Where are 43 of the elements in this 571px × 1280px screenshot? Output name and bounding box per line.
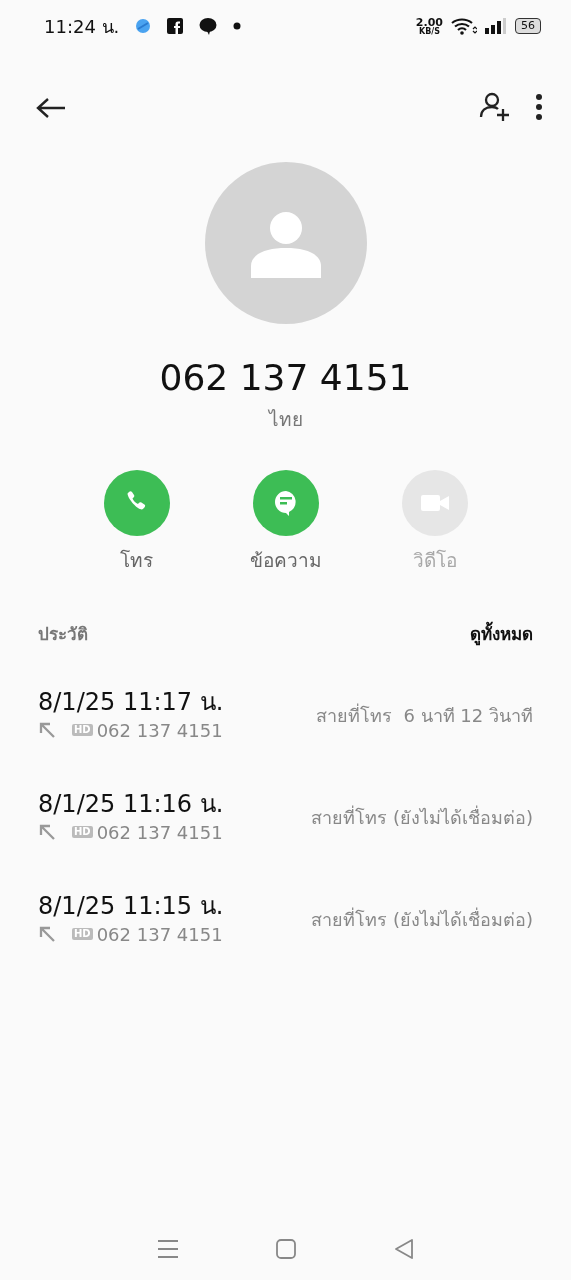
add-person-icon	[479, 91, 511, 123]
speed-value: 2.00	[415, 16, 443, 28]
add-contact-button[interactable]	[479, 91, 511, 123]
facebook-icon	[167, 18, 184, 34]
call-number: 062 137 4151	[96, 922, 223, 947]
hd-badge: HD	[72, 928, 93, 941]
more-button[interactable]	[535, 93, 543, 121]
see-all-link[interactable]: ดูทั้งหมด	[470, 622, 533, 648]
call-status: สายที่โทร (ยังไม่ได้เชื่อมต่อ)	[311, 804, 533, 831]
call-datetime: 8/1/25 11:17 น.	[38, 687, 224, 717]
home-button[interactable]	[274, 1236, 297, 1260]
signal-icon	[485, 18, 507, 34]
outgoing-arrow-icon	[38, 925, 56, 944]
call-number: 062 137 4151	[96, 820, 223, 845]
section-title: ประวัติ	[38, 623, 88, 647]
wifi-icon	[451, 17, 477, 35]
back-nav-button[interactable]	[392, 1236, 415, 1260]
call-status: สายที่โทร 6 นาที 12 วินาที	[316, 702, 533, 729]
chat-bubble-icon	[199, 17, 218, 35]
action-label: วิดีโอ	[412, 547, 457, 573]
notification-dot-icon	[233, 22, 242, 30]
call-number: 062 137 4151	[96, 718, 223, 743]
app-icon	[135, 18, 152, 34]
phone-number: 062 137 4151	[159, 356, 412, 400]
action-label: ข้อความ	[249, 547, 322, 573]
hd-badge: HD	[72, 724, 93, 737]
action-label: โทร	[120, 547, 153, 573]
outgoing-arrow-icon	[38, 823, 56, 842]
location-label: ไทย	[268, 407, 303, 433]
more-icon	[535, 93, 543, 121]
status-time: 11:24 น.	[44, 14, 120, 39]
call-datetime: 8/1/25 11:15 น.	[38, 891, 224, 921]
hd-badge: HD	[72, 826, 93, 839]
speed-unit: KB/S	[417, 27, 441, 36]
back-button[interactable]	[36, 95, 66, 119]
call-status: สายที่โทร (ยังไม่ได้เชื่อมต่อ)	[311, 906, 533, 933]
battery-level: 56	[515, 18, 541, 34]
home-icon	[274, 1237, 297, 1260]
outgoing-arrow-icon	[38, 721, 56, 740]
menu-icon	[156, 1238, 179, 1259]
back-triangle-icon	[392, 1237, 415, 1260]
back-icon	[36, 96, 66, 119]
call-datetime: 8/1/25 11:16 น.	[38, 789, 224, 819]
